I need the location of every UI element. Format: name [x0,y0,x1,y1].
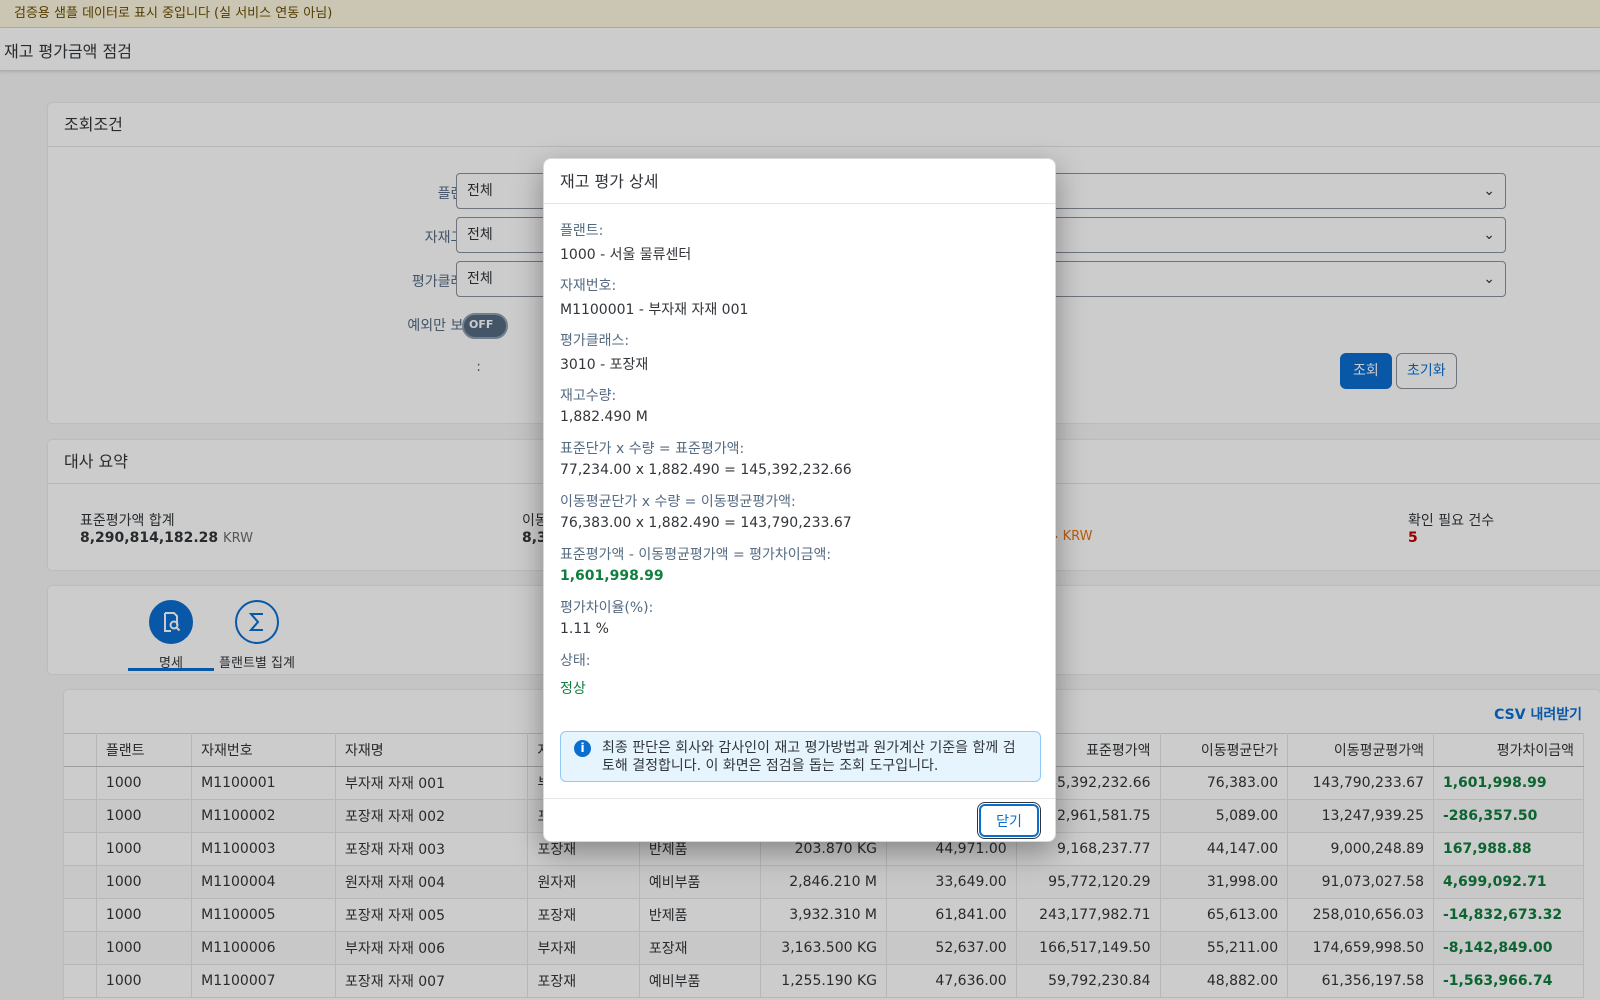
valuation-detail-dialog: 재고 평가 상세 플랜트: 1000 - 서울 물류센터자재번호: M1100001… [543,158,1056,842]
info-message-text: 최종 판단은 회사와 감사인이 재고 평가방법과 원가계산 기준을 함께 검토해… [602,740,1016,774]
detail-value-diff-amount: 1,601,998.99 [560,568,664,584]
detail-label-diff-rate: 평가차이율(%): [560,600,654,616]
detail-label-stock-quantity: 재고수량: [560,388,617,404]
info-icon: i [574,740,591,757]
detail-field-stock-quantity: 재고수량: 1,882.490 M [560,385,648,425]
detail-value-mov-value-formula: 76,383.00 x 1,882.490 = 143,790,233.67 [560,515,852,531]
detail-value-plant: 1000 - 서울 물류센터 [560,247,692,263]
detail-label-mov-value-formula: 이동평균단가 x 수량 = 이동평균평가액: [560,494,796,510]
dialog-footer: 닫기 [544,798,1055,842]
detail-field-material-number: 자재번호: M1100001 - 부자재 자재 001 [560,275,748,319]
detail-field-mov-value-formula: 이동평균단가 x 수량 = 이동평균평가액: 76,383.00 x 1,882.… [560,491,852,531]
detail-field-valuation-class: 평가클래스: 3010 - 포장재 [560,330,648,374]
detail-value-std-value-formula: 77,234.00 x 1,882.490 = 145,392,232.66 [560,462,852,478]
detail-field-diff-amount: 표준평가액 - 이동평균평가액 = 평가차이금액: 1,601,998.99 [560,544,831,584]
detail-value-stock-quantity: 1,882.490 M [560,409,648,425]
detail-field-std-value-formula: 표준단가 x 수량 = 표준평가액: 77,234.00 x 1,882.490 … [560,438,852,478]
close-button[interactable]: 닫기 [979,804,1039,837]
detail-value-diff-rate: 1.11 % [560,621,609,637]
detail-label-plant: 플랜트: [560,223,604,239]
detail-field-plant: 플랜트: 1000 - 서울 물류센터 [560,220,691,264]
info-message-strip: i 최종 판단은 회사와 감사인이 재고 평가방법과 원가계산 기준을 함께 검… [560,731,1041,782]
detail-label-status: 상태: [560,653,591,669]
detail-field-status: 상태: 정상 [560,650,590,698]
detail-value-material-number: M1100001 - 부자재 자재 001 [560,302,749,318]
detail-value-valuation-class: 3010 - 포장재 [560,357,649,373]
detail-label-diff-amount: 표준평가액 - 이동평균평가액 = 평가차이금액: [560,547,832,563]
detail-label-material-number: 자재번호: [560,278,617,294]
detail-field-diff-rate: 평가차이율(%): 1.11 % [560,597,653,637]
dialog-title: 재고 평가 상세 [544,159,1055,204]
detail-value-status: 정상 [560,681,586,697]
detail-label-std-value-formula: 표준단가 x 수량 = 표준평가액: [560,441,745,457]
detail-label-valuation-class: 평가클래스: [560,333,630,349]
